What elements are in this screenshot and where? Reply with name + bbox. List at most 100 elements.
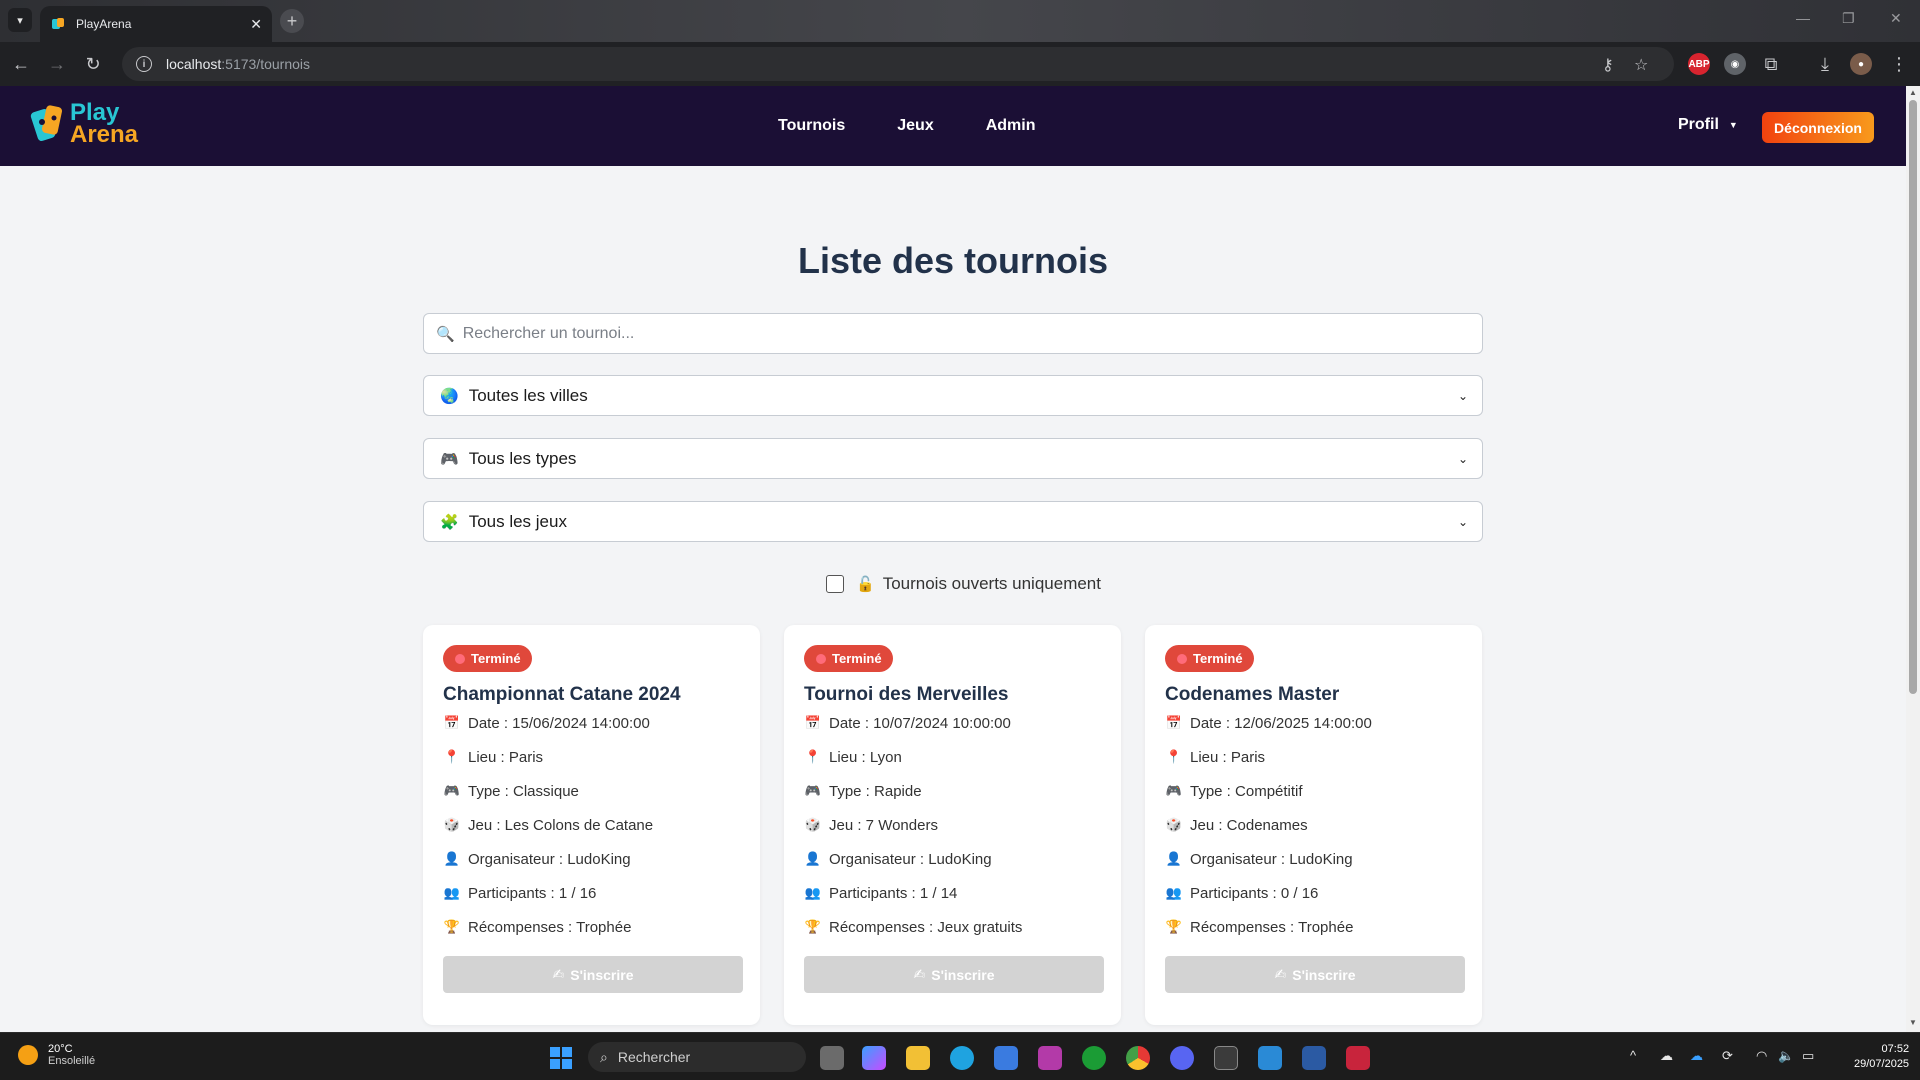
terminal-icon[interactable] xyxy=(1214,1046,1238,1070)
profile-avatar[interactable]: ● xyxy=(1850,53,1872,75)
sun-icon xyxy=(18,1045,38,1065)
address-bar[interactable]: i localhost:5173/tournois ⚷ ☆ xyxy=(122,47,1674,81)
nav-link-jeux[interactable]: Jeux xyxy=(897,117,933,135)
store-icon[interactable] xyxy=(994,1046,1018,1070)
back-icon[interactable]: ← xyxy=(10,53,32,75)
join-button-label: S'inscrire xyxy=(931,966,995,983)
nav-link-admin[interactable]: Admin xyxy=(986,117,1036,135)
wifi-icon[interactable]: ◠ xyxy=(1756,1048,1767,1064)
app-header: Play Arena Tournois Jeux Admin Profil ▼ D… xyxy=(0,86,1906,166)
join-button[interactable]: ✍ S'inscrire xyxy=(443,956,743,993)
close-tab-icon[interactable]: ✕ xyxy=(250,16,262,33)
url-host: localhost xyxy=(166,56,222,72)
open-only-filter[interactable]: 🔓 Tournois ouverts uniquement xyxy=(826,574,1101,594)
game-line: 🎲 Jeu : 7 Wonders xyxy=(804,808,1101,842)
game-select-value: Tous les jeux xyxy=(468,511,567,531)
city-select[interactable]: 🌏 Toutes les villes ⌄ xyxy=(423,375,1483,416)
discord-icon[interactable] xyxy=(1170,1046,1194,1070)
forward-icon[interactable]: → xyxy=(46,53,68,75)
date-line: 📅 Date : 12/06/2025 14:00:00 xyxy=(1165,706,1462,740)
reload-icon[interactable]: ↻ xyxy=(82,53,104,75)
adblock-extension-icon[interactable]: ABP xyxy=(1688,53,1710,75)
status-label: Terminé xyxy=(832,651,882,666)
close-window-icon[interactable]: ✕ xyxy=(1890,10,1902,27)
site-info-icon[interactable]: i xyxy=(136,56,152,72)
open-only-checkbox[interactable] xyxy=(826,575,844,593)
nav-link-tournois[interactable]: Tournois xyxy=(778,117,845,135)
place-line: 📍 Lieu : Paris xyxy=(1165,740,1462,774)
cloud-icon[interactable]: ☁ xyxy=(1660,1048,1673,1064)
profile-label: Profil xyxy=(1678,116,1719,133)
profile-dropdown[interactable]: Profil ▼ xyxy=(1678,116,1738,134)
page-scrollbar[interactable]: ▲ ▼ xyxy=(1906,86,1920,1032)
app-icon[interactable] xyxy=(1302,1046,1326,1070)
participants-text: Participants : 1 / 14 xyxy=(829,884,958,902)
tab-search-button[interactable]: ▾ xyxy=(8,8,32,32)
scrollbar-thumb[interactable] xyxy=(1909,100,1917,694)
type-line: 🎮 Type : Compétitif xyxy=(1165,774,1462,808)
app-icon[interactable] xyxy=(1346,1046,1370,1070)
search-icon: ⌕ xyxy=(600,1048,608,1065)
pin-icon: 📍 xyxy=(443,749,461,764)
main-content: Liste des tournois 🔍 Rechercher un tourn… xyxy=(0,166,1906,1032)
tournament-card: Terminé Championnat Catane 2024 📅 Date : … xyxy=(423,625,760,1025)
onedrive-icon[interactable]: ☁ xyxy=(1690,1048,1703,1064)
game-select[interactable]: 🧩 Tous les jeux ⌄ xyxy=(423,501,1483,542)
edge-icon[interactable] xyxy=(950,1046,974,1070)
chrome-icon[interactable] xyxy=(1126,1046,1150,1070)
chevron-up-icon[interactable]: ^ xyxy=(1630,1048,1636,1063)
status-badge: Terminé xyxy=(804,645,893,672)
calendar-icon: 📅 xyxy=(804,715,822,730)
playarena-logo[interactable]: Play Arena xyxy=(30,100,138,148)
users-icon: 👥 xyxy=(443,885,461,900)
scroll-up-icon[interactable]: ▲ xyxy=(1909,88,1917,97)
weather-widget[interactable]: 20°C Ensoleillé xyxy=(18,1043,95,1067)
gamepad-icon: 🎮 xyxy=(440,450,459,468)
scroll-down-icon[interactable]: ▼ xyxy=(1909,1018,1917,1027)
file-explorer-icon[interactable] xyxy=(906,1046,930,1070)
join-button[interactable]: ✍ S'inscrire xyxy=(1165,956,1465,993)
taskbar-search[interactable]: ⌕ Rechercher xyxy=(588,1042,806,1072)
system-clock[interactable]: 07:52 29/07/2025 xyxy=(1854,1042,1909,1072)
extension-icon[interactable]: ◉ xyxy=(1724,53,1746,75)
weather-desc: Ensoleillé xyxy=(48,1055,96,1067)
user-icon: 👤 xyxy=(1165,851,1183,866)
organizer-text: Organisateur : LudoKing xyxy=(1190,850,1353,868)
trophy-icon: 🏆 xyxy=(443,919,461,934)
date-text: Date : 10/07/2024 10:00:00 xyxy=(829,714,1011,732)
game-text: Jeu : Les Colons de Catane xyxy=(468,816,654,834)
chevron-down-icon: ⌄ xyxy=(1457,388,1468,403)
status-badge: Terminé xyxy=(1165,645,1254,672)
xbox-icon[interactable] xyxy=(1082,1046,1106,1070)
start-menu-icon[interactable] xyxy=(550,1047,572,1069)
copilot-icon[interactable] xyxy=(862,1046,886,1070)
game-text: Jeu : Codenames xyxy=(1190,816,1308,834)
menu-kebab-icon[interactable]: ⋮ xyxy=(1888,53,1910,75)
volume-icon[interactable]: 🔈 xyxy=(1778,1048,1794,1064)
tournament-card: Terminé Codenames Master 📅 Date : 12/06/2… xyxy=(1145,625,1482,1025)
password-key-icon[interactable]: ⚷ xyxy=(1602,55,1614,75)
participants-line: 👥 Participants : 1 / 14 xyxy=(804,876,1101,910)
type-select[interactable]: 🎮 Tous les types ⌄ xyxy=(423,438,1483,479)
rewards-text: Récompenses : Jeux gratuits xyxy=(829,918,1023,936)
join-button[interactable]: ✍ S'inscrire xyxy=(804,956,1104,993)
browser-tab-active[interactable]: PlayArena ✕ xyxy=(40,6,272,42)
calendar-icon: 📅 xyxy=(1165,715,1183,730)
vscode-icon[interactable] xyxy=(1258,1046,1282,1070)
task-view-icon[interactable] xyxy=(820,1046,844,1070)
app-icon[interactable] xyxy=(1038,1046,1062,1070)
battery-icon[interactable]: ▭ xyxy=(1802,1048,1814,1064)
minimize-icon[interactable]: — xyxy=(1796,10,1810,26)
new-tab-button[interactable]: + xyxy=(280,9,304,33)
tournament-title: Tournoi des Merveilles xyxy=(804,684,1009,705)
organizer-line: 👤 Organisateur : LudoKing xyxy=(443,842,740,876)
logout-button[interactable]: Déconnexion xyxy=(1762,112,1874,143)
calendar-icon: 📅 xyxy=(443,715,461,730)
search-input[interactable]: 🔍 Rechercher un tournoi... xyxy=(423,313,1483,354)
clock-time: 07:52 xyxy=(1881,1043,1910,1055)
maximize-icon[interactable]: ❐ xyxy=(1842,10,1855,27)
download-icon[interactable]: ⤓ xyxy=(1814,53,1836,75)
extensions-puzzle-icon[interactable]: ⧉ xyxy=(1760,53,1782,75)
bookmark-star-icon[interactable]: ☆ xyxy=(1634,55,1648,75)
sync-icon[interactable]: ⟳ xyxy=(1722,1048,1733,1064)
